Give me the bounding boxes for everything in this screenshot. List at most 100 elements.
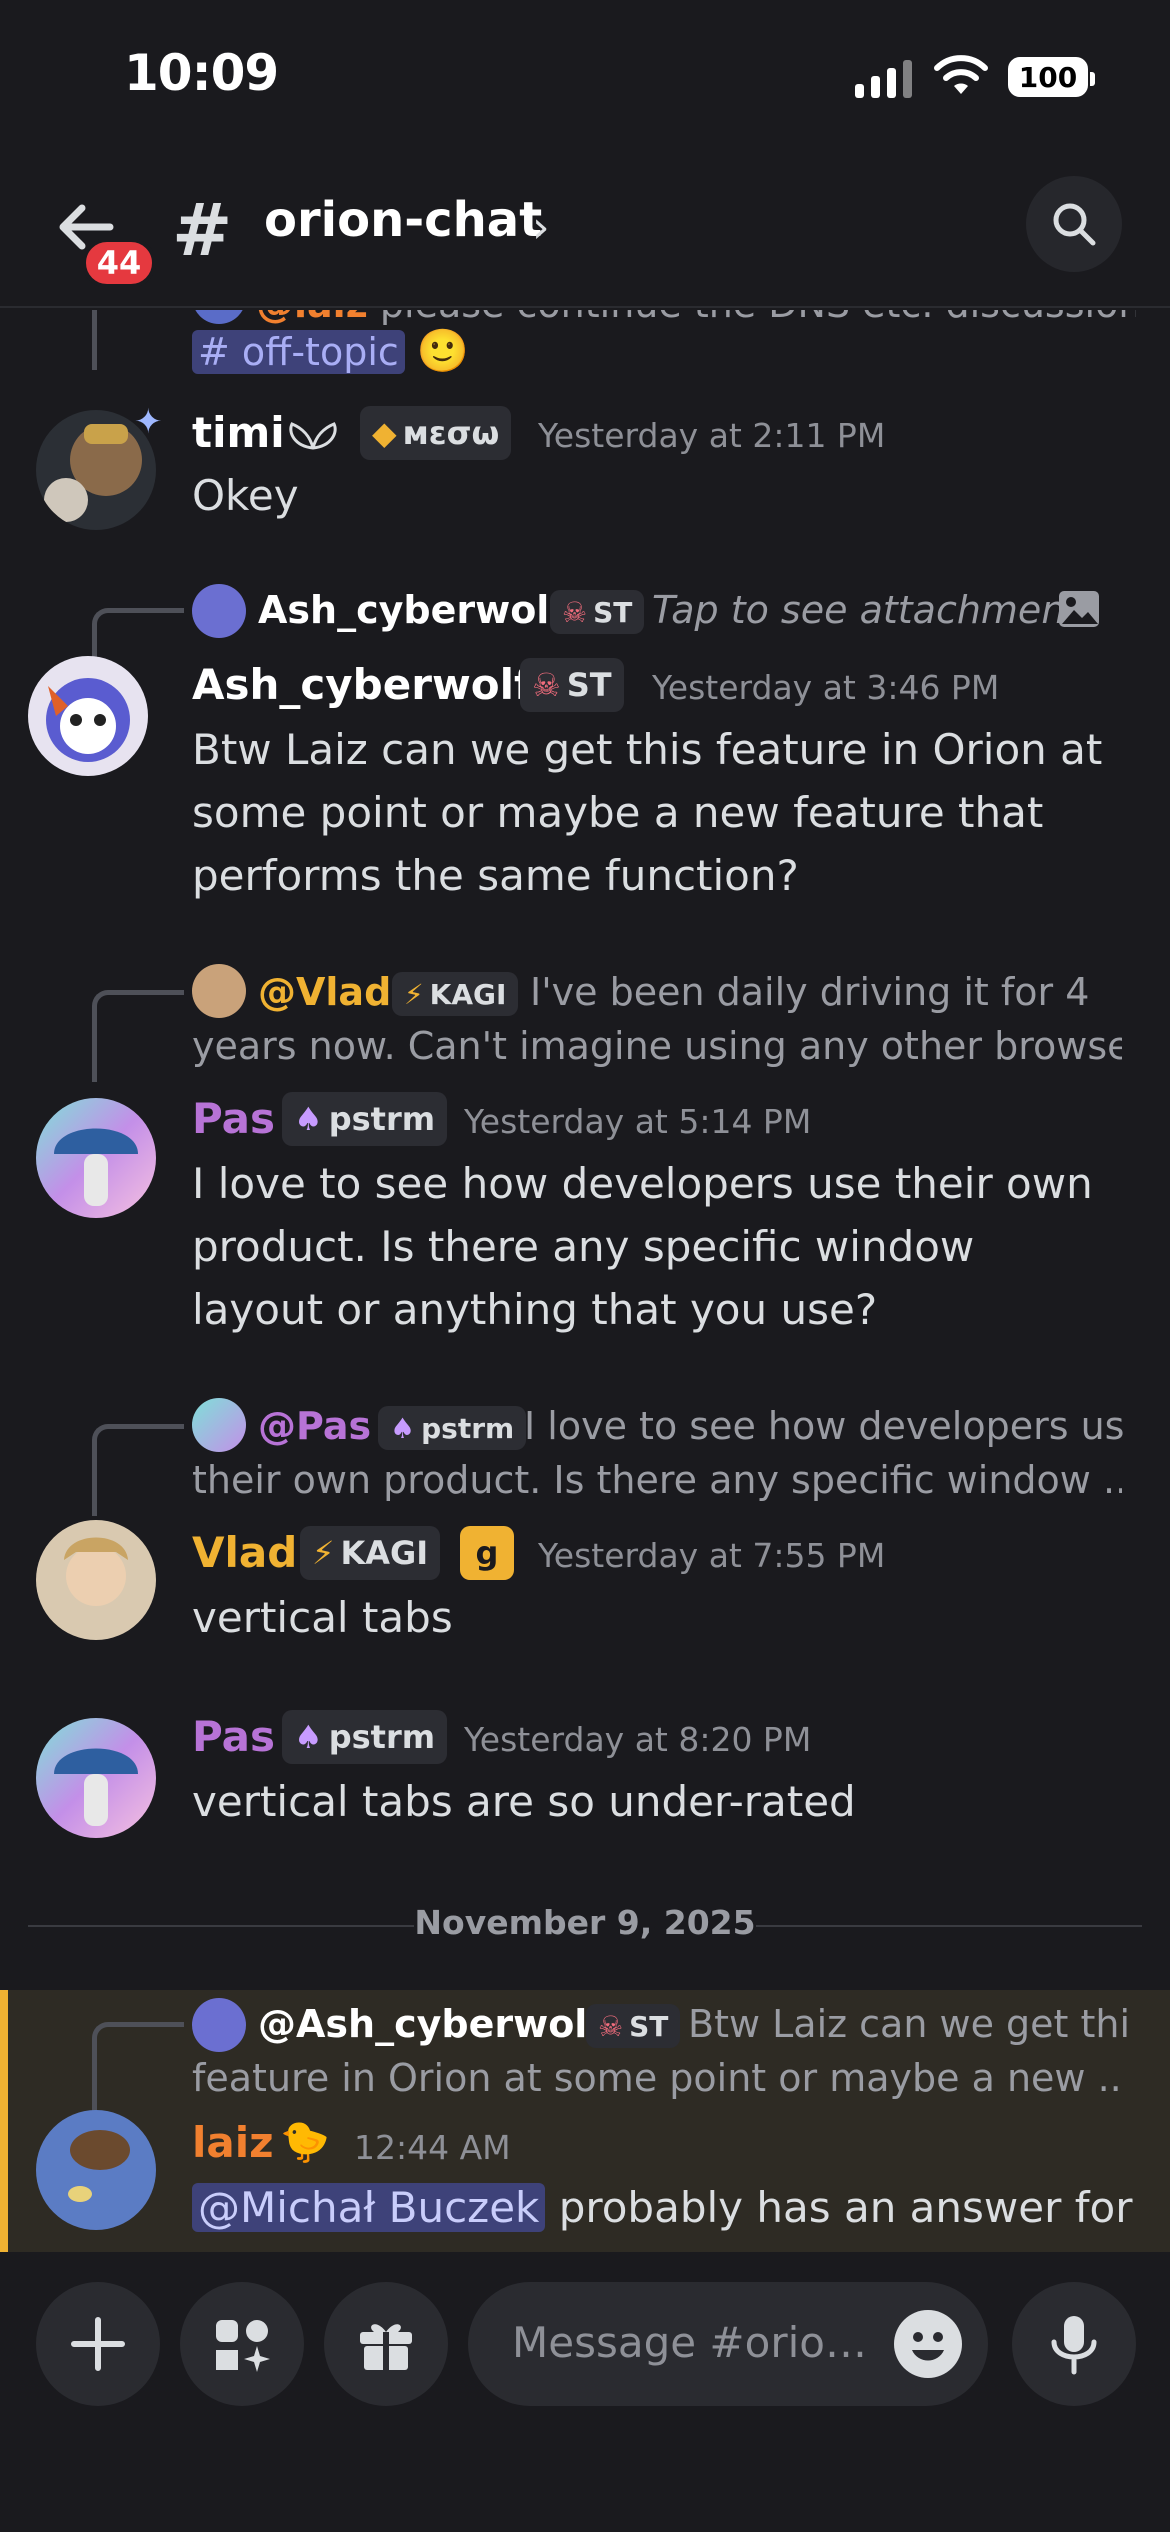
- server-tag-st: ☠ ST: [550, 590, 645, 634]
- reply-snippet[interactable]: I love to see how developers use: [524, 1404, 1124, 1448]
- timestamp: Yesterday at 7:55 PM: [538, 1536, 886, 1575]
- reply-avatar: [192, 310, 246, 324]
- reply-username-label: @Ash_cyberwolf: [258, 2002, 604, 2046]
- butterfly-decoration-icon: ✦: [134, 402, 163, 442]
- reply-connector: [92, 310, 97, 370]
- timestamp: Yesterday at 2:11 PM: [538, 416, 886, 455]
- avatar-pas[interactable]: [36, 1718, 156, 1838]
- username-vlad[interactable]: Vlad: [192, 1528, 297, 1577]
- server-tag-label: pstrm: [421, 1411, 515, 1445]
- timestamp: Yesterday at 8:20 PM: [464, 1720, 812, 1759]
- reply-snippet[interactable]: Btw Laiz can we get this: [688, 2002, 1128, 2046]
- message-input[interactable]: Message #orion-...: [468, 2282, 988, 2406]
- apps-button[interactable]: [180, 2282, 304, 2406]
- lotus-icon: [289, 422, 337, 450]
- reply-username-label: @Vlad: [258, 970, 392, 1014]
- status-bar: 10:09 100: [0, 0, 1170, 150]
- duck-emoji: 🐤: [280, 2119, 330, 2165]
- message-body: vertical tabs: [192, 1593, 453, 1642]
- avatar-pas[interactable]: [36, 1098, 156, 1218]
- reply-connector: [92, 608, 184, 660]
- reply-username-label: @Pas: [258, 1404, 372, 1448]
- emoji-slight-smile: 🙂: [416, 326, 470, 375]
- message-input-placeholder: Message #orion-...: [512, 2318, 892, 2367]
- channel-header: 44 # orion-chat ›: [0, 150, 1170, 308]
- image-attachment-icon: [1059, 591, 1099, 627]
- user-mention[interactable]: @Michał Buczek: [192, 2183, 546, 2232]
- mushroom-icon: ♠: [390, 1411, 416, 1445]
- reply-username-label: Ash_cyberwolf: [258, 588, 566, 632]
- status-time: 10:09: [124, 44, 279, 102]
- reply-username[interactable]: @Vlad: [258, 970, 391, 1014]
- reply-avatar: [192, 1998, 246, 2052]
- message-body: vertical tabs are so under-rated: [192, 1777, 856, 1826]
- avatar-vlad[interactable]: [36, 1520, 156, 1640]
- message-body-text: probably has an answer for: [558, 2183, 1133, 2232]
- date-divider-label: November 9, 2025: [414, 1903, 756, 1942]
- emoji-picker-button[interactable]: [894, 2310, 962, 2378]
- date-divider: November 9, 2025: [28, 1895, 1142, 1955]
- avatar-ash-cyberwolf[interactable]: [28, 656, 148, 776]
- channel-link-off-topic[interactable]: # off-topic: [192, 330, 405, 374]
- timestamp: 12:44 AM: [354, 2128, 511, 2167]
- message-body: I love to see how developers use their o…: [192, 1159, 1093, 1334]
- wifi-icon: [934, 55, 988, 94]
- server-tag-label: ST: [566, 666, 612, 704]
- skull-icon: ☠: [598, 2009, 624, 2043]
- reply-preview[interactable]: @laiz please continue the DNS etc. discu…: [256, 310, 1136, 326]
- chevron-right-icon[interactable]: ›: [532, 202, 550, 253]
- cellular-signal-icon: [855, 58, 915, 98]
- kagi-logo-badge: g: [460, 1526, 514, 1580]
- message-body: Btw Laiz can we get this feature in Orio…: [192, 725, 1103, 900]
- server-tag-pstrm: ♠ pstrm: [282, 1710, 448, 1764]
- server-tag-label: KAGI: [340, 1534, 429, 1572]
- search-button[interactable]: [1026, 176, 1122, 272]
- server-tag-kagi: ⚡ KAGI: [392, 972, 519, 1016]
- server-tag-st: ☠ ST: [586, 2004, 681, 2048]
- reply-username[interactable]: @Pas: [258, 1404, 371, 1448]
- reply-snippet[interactable]: Tap to see attachment: [652, 588, 1080, 632]
- server-tag-meso: ◆ мεσω: [360, 406, 512, 460]
- battery-icon: 100: [1008, 57, 1095, 97]
- username-pas[interactable]: Pas: [192, 1094, 275, 1143]
- channel-hash-icon: #: [172, 188, 233, 272]
- reply-snippet-line2[interactable]: their own product. Is there any specific…: [192, 1458, 1122, 1502]
- add-button[interactable]: [36, 2282, 160, 2406]
- timestamp: Yesterday at 5:14 PM: [464, 1102, 812, 1141]
- mushroom-icon: ♠: [294, 1100, 323, 1138]
- voice-message-button[interactable]: [1012, 2282, 1136, 2406]
- plus-icon: [71, 2317, 125, 2371]
- server-tag-label: pstrm: [328, 1718, 436, 1756]
- reply-username: @laiz: [256, 310, 368, 326]
- lightning-icon: ⚡: [404, 977, 424, 1011]
- microphone-icon: [1051, 2316, 1097, 2375]
- username-laiz[interactable]: laiz: [192, 2118, 274, 2167]
- username-pas[interactable]: Pas: [192, 1712, 275, 1761]
- server-tag-pstrm: ♠ pstrm: [282, 1092, 448, 1146]
- reply-snippet-line2[interactable]: feature in Orion at some point or maybe …: [192, 2056, 1122, 2100]
- server-tag-label: ST: [629, 2009, 669, 2043]
- reply-snippet[interactable]: I've been daily driving it for 4: [530, 970, 1130, 1014]
- gift-button[interactable]: [324, 2282, 448, 2406]
- mushroom-icon: ♠: [294, 1718, 323, 1756]
- avatar-laiz[interactable]: [36, 2110, 156, 2230]
- message-list[interactable]: @laiz please continue the DNS etc. discu…: [0, 310, 1170, 2252]
- server-tag-kagi: ⚡ KAGI: [300, 1526, 441, 1580]
- reply-snippet-line2[interactable]: years now. Can't imagine using any other…: [192, 1024, 1122, 1068]
- leaf-icon: ◆: [372, 414, 397, 452]
- server-tag-label: мεσω: [402, 414, 500, 452]
- channel-name[interactable]: orion-chat: [264, 192, 542, 248]
- reply-username[interactable]: Ash_cyberwolf: [258, 588, 566, 632]
- unread-badge: 44: [82, 238, 156, 288]
- reply-avatar: [192, 964, 246, 1018]
- message-body: Okey: [192, 471, 299, 520]
- server-tag-st: ☠ ST: [520, 658, 624, 712]
- server-tag-label: ST: [593, 595, 633, 629]
- username-timi[interactable]: timi: [192, 408, 285, 457]
- username-ash-cyberwolf[interactable]: Ash_cyberwolf: [192, 660, 532, 709]
- channel-link-row: # off-topic 🙂: [192, 326, 469, 376]
- reply-username[interactable]: @Ash_cyberwolf: [258, 2002, 604, 2046]
- reply-avatar: [192, 1398, 246, 1452]
- search-icon: [1053, 203, 1096, 246]
- reply-connector: [92, 2022, 184, 2114]
